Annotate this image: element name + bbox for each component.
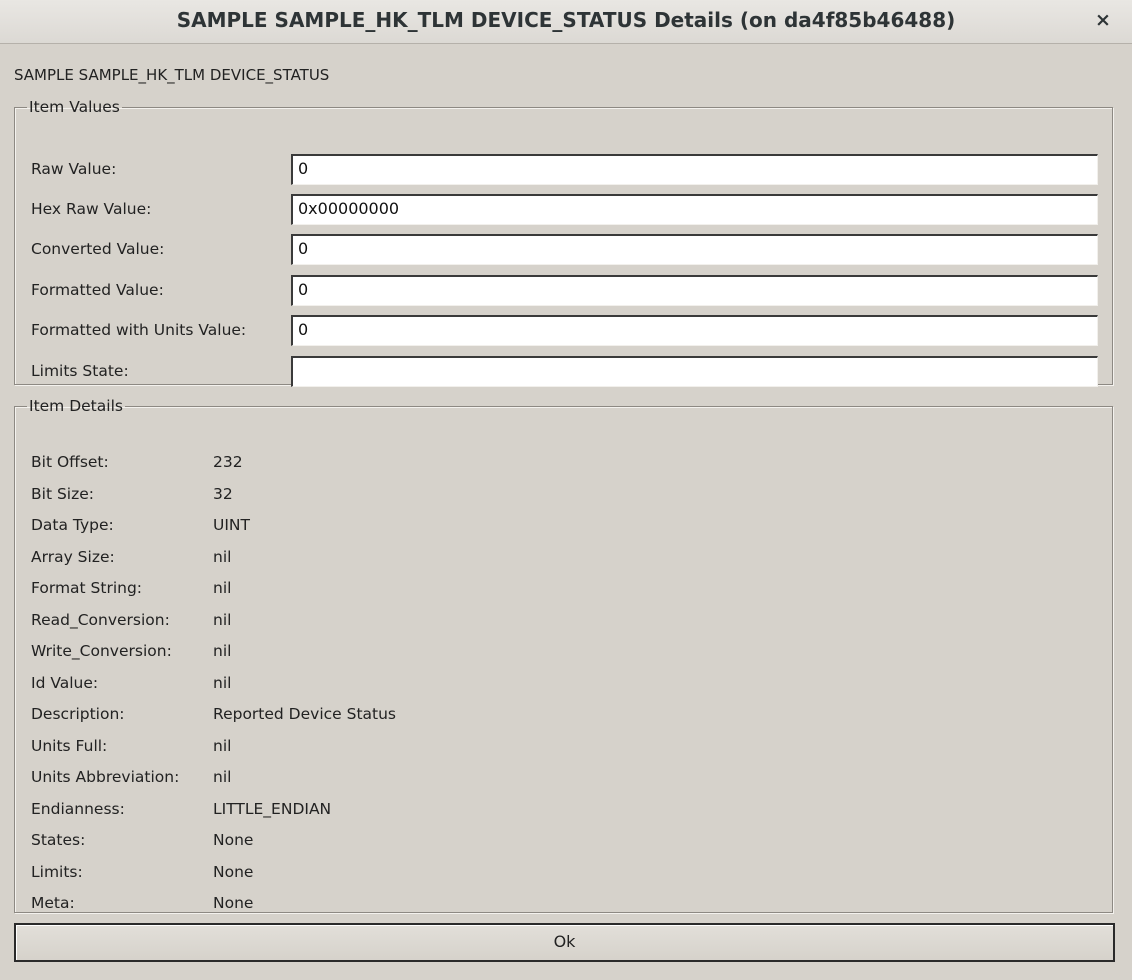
read-conversion-label: Read_Conversion: <box>31 611 170 629</box>
item-details-group: Item Details Bit Offset: 232 Bit Size: 3… <box>14 397 1113 913</box>
description-label: Description: <box>31 705 125 723</box>
description-value: Reported Device Status <box>213 705 397 723</box>
states-label: States: <box>31 831 86 849</box>
formatted-value-label: Formatted Value: <box>31 281 164 299</box>
states-value: None <box>213 831 254 849</box>
item-name-heading: SAMPLE SAMPLE_HK_TLM DEVICE_STATUS <box>14 66 330 84</box>
raw-value-label: Raw Value: <box>31 160 117 178</box>
item-values-group: Item Values Raw Value: 0 Hex Raw Value: … <box>14 98 1113 388</box>
id-value-label: Id Value: <box>31 674 99 692</box>
detail-row-data-type: Data Type: UINT <box>31 516 931 540</box>
item-values-legend: Item Values <box>29 98 120 116</box>
read-conversion-value: nil <box>213 611 232 629</box>
hex-raw-value-field[interactable]: 0x00000000 <box>291 194 1098 225</box>
ok-button[interactable]: Ok <box>14 923 1115 962</box>
units-full-value: nil <box>213 737 232 755</box>
detail-row-units-abbreviation: Units Abbreviation: nil <box>31 768 931 792</box>
array-size-label: Array Size: <box>31 548 115 566</box>
converted-value-row: Converted Value: 0 <box>31 234 1099 266</box>
endianness-value: LITTLE_ENDIAN <box>213 800 332 818</box>
detail-row-bit-size: Bit Size: 32 <box>31 485 931 509</box>
detail-row-meta: Meta: None <box>31 894 931 918</box>
formatted-value-row: Formatted Value: 0 <box>31 275 1099 307</box>
endianness-label: Endianness: <box>31 800 125 818</box>
detail-row-array-size: Array Size: nil <box>31 548 931 572</box>
detail-row-limits: Limits: None <box>31 863 931 887</box>
meta-value: None <box>213 894 254 912</box>
hex-raw-value-row: Hex Raw Value: 0x00000000 <box>31 194 1099 226</box>
limits-state-label: Limits State: <box>31 362 129 380</box>
limits-value: None <box>213 863 254 881</box>
converted-value-label: Converted Value: <box>31 240 165 258</box>
item-details-legend: Item Details <box>29 397 123 415</box>
detail-row-description: Description: Reported Device Status <box>31 705 931 729</box>
units-abbreviation-value: nil <box>213 768 232 786</box>
format-string-value: nil <box>213 579 232 597</box>
limits-state-field[interactable] <box>291 356 1098 387</box>
detail-row-id-value: Id Value: nil <box>31 674 931 698</box>
formatted-value-field[interactable]: 0 <box>291 275 1098 306</box>
window-titlebar[interactable]: SAMPLE SAMPLE_HK_TLM DEVICE_STATUS Detai… <box>0 0 1132 44</box>
detail-row-endianness: Endianness: LITTLE_ENDIAN <box>31 800 931 824</box>
close-icon[interactable]: × <box>1092 8 1114 32</box>
raw-value-field[interactable]: 0 <box>291 154 1098 185</box>
meta-label: Meta: <box>31 894 75 912</box>
detail-row-write-conversion: Write_Conversion: nil <box>31 642 931 666</box>
formatted-units-value-field[interactable]: 0 <box>291 315 1098 346</box>
bit-offset-value: 232 <box>213 453 243 471</box>
detail-row-units-full: Units Full: nil <box>31 737 931 761</box>
format-string-label: Format String: <box>31 579 143 597</box>
write-conversion-label: Write_Conversion: <box>31 642 172 660</box>
data-type-label: Data Type: <box>31 516 114 534</box>
formatted-units-value-row: Formatted with Units Value: 0 <box>31 315 1099 347</box>
bit-size-label: Bit Size: <box>31 485 94 503</box>
units-abbreviation-label: Units Abbreviation: <box>31 768 180 786</box>
raw-value-row: Raw Value: 0 <box>31 154 1099 186</box>
bit-size-value: 32 <box>213 485 233 503</box>
formatted-units-value-label: Formatted with Units Value: <box>31 321 247 339</box>
detail-row-states: States: None <box>31 831 931 855</box>
id-value-value: nil <box>213 674 232 692</box>
limits-state-row: Limits State: <box>31 356 1099 388</box>
detail-row-format-string: Format String: nil <box>31 579 931 603</box>
limits-label: Limits: <box>31 863 83 881</box>
hex-raw-value-label: Hex Raw Value: <box>31 200 152 218</box>
data-type-value: UINT <box>213 516 250 534</box>
bit-offset-label: Bit Offset: <box>31 453 109 471</box>
array-size-value: nil <box>213 548 232 566</box>
detail-row-read-conversion: Read_Conversion: nil <box>31 611 931 635</box>
detail-row-bit-offset: Bit Offset: 232 <box>31 453 931 477</box>
window-title: SAMPLE SAMPLE_HK_TLM DEVICE_STATUS Detai… <box>176 8 956 32</box>
write-conversion-value: nil <box>213 642 232 660</box>
converted-value-field[interactable]: 0 <box>291 234 1098 265</box>
units-full-label: Units Full: <box>31 737 108 755</box>
